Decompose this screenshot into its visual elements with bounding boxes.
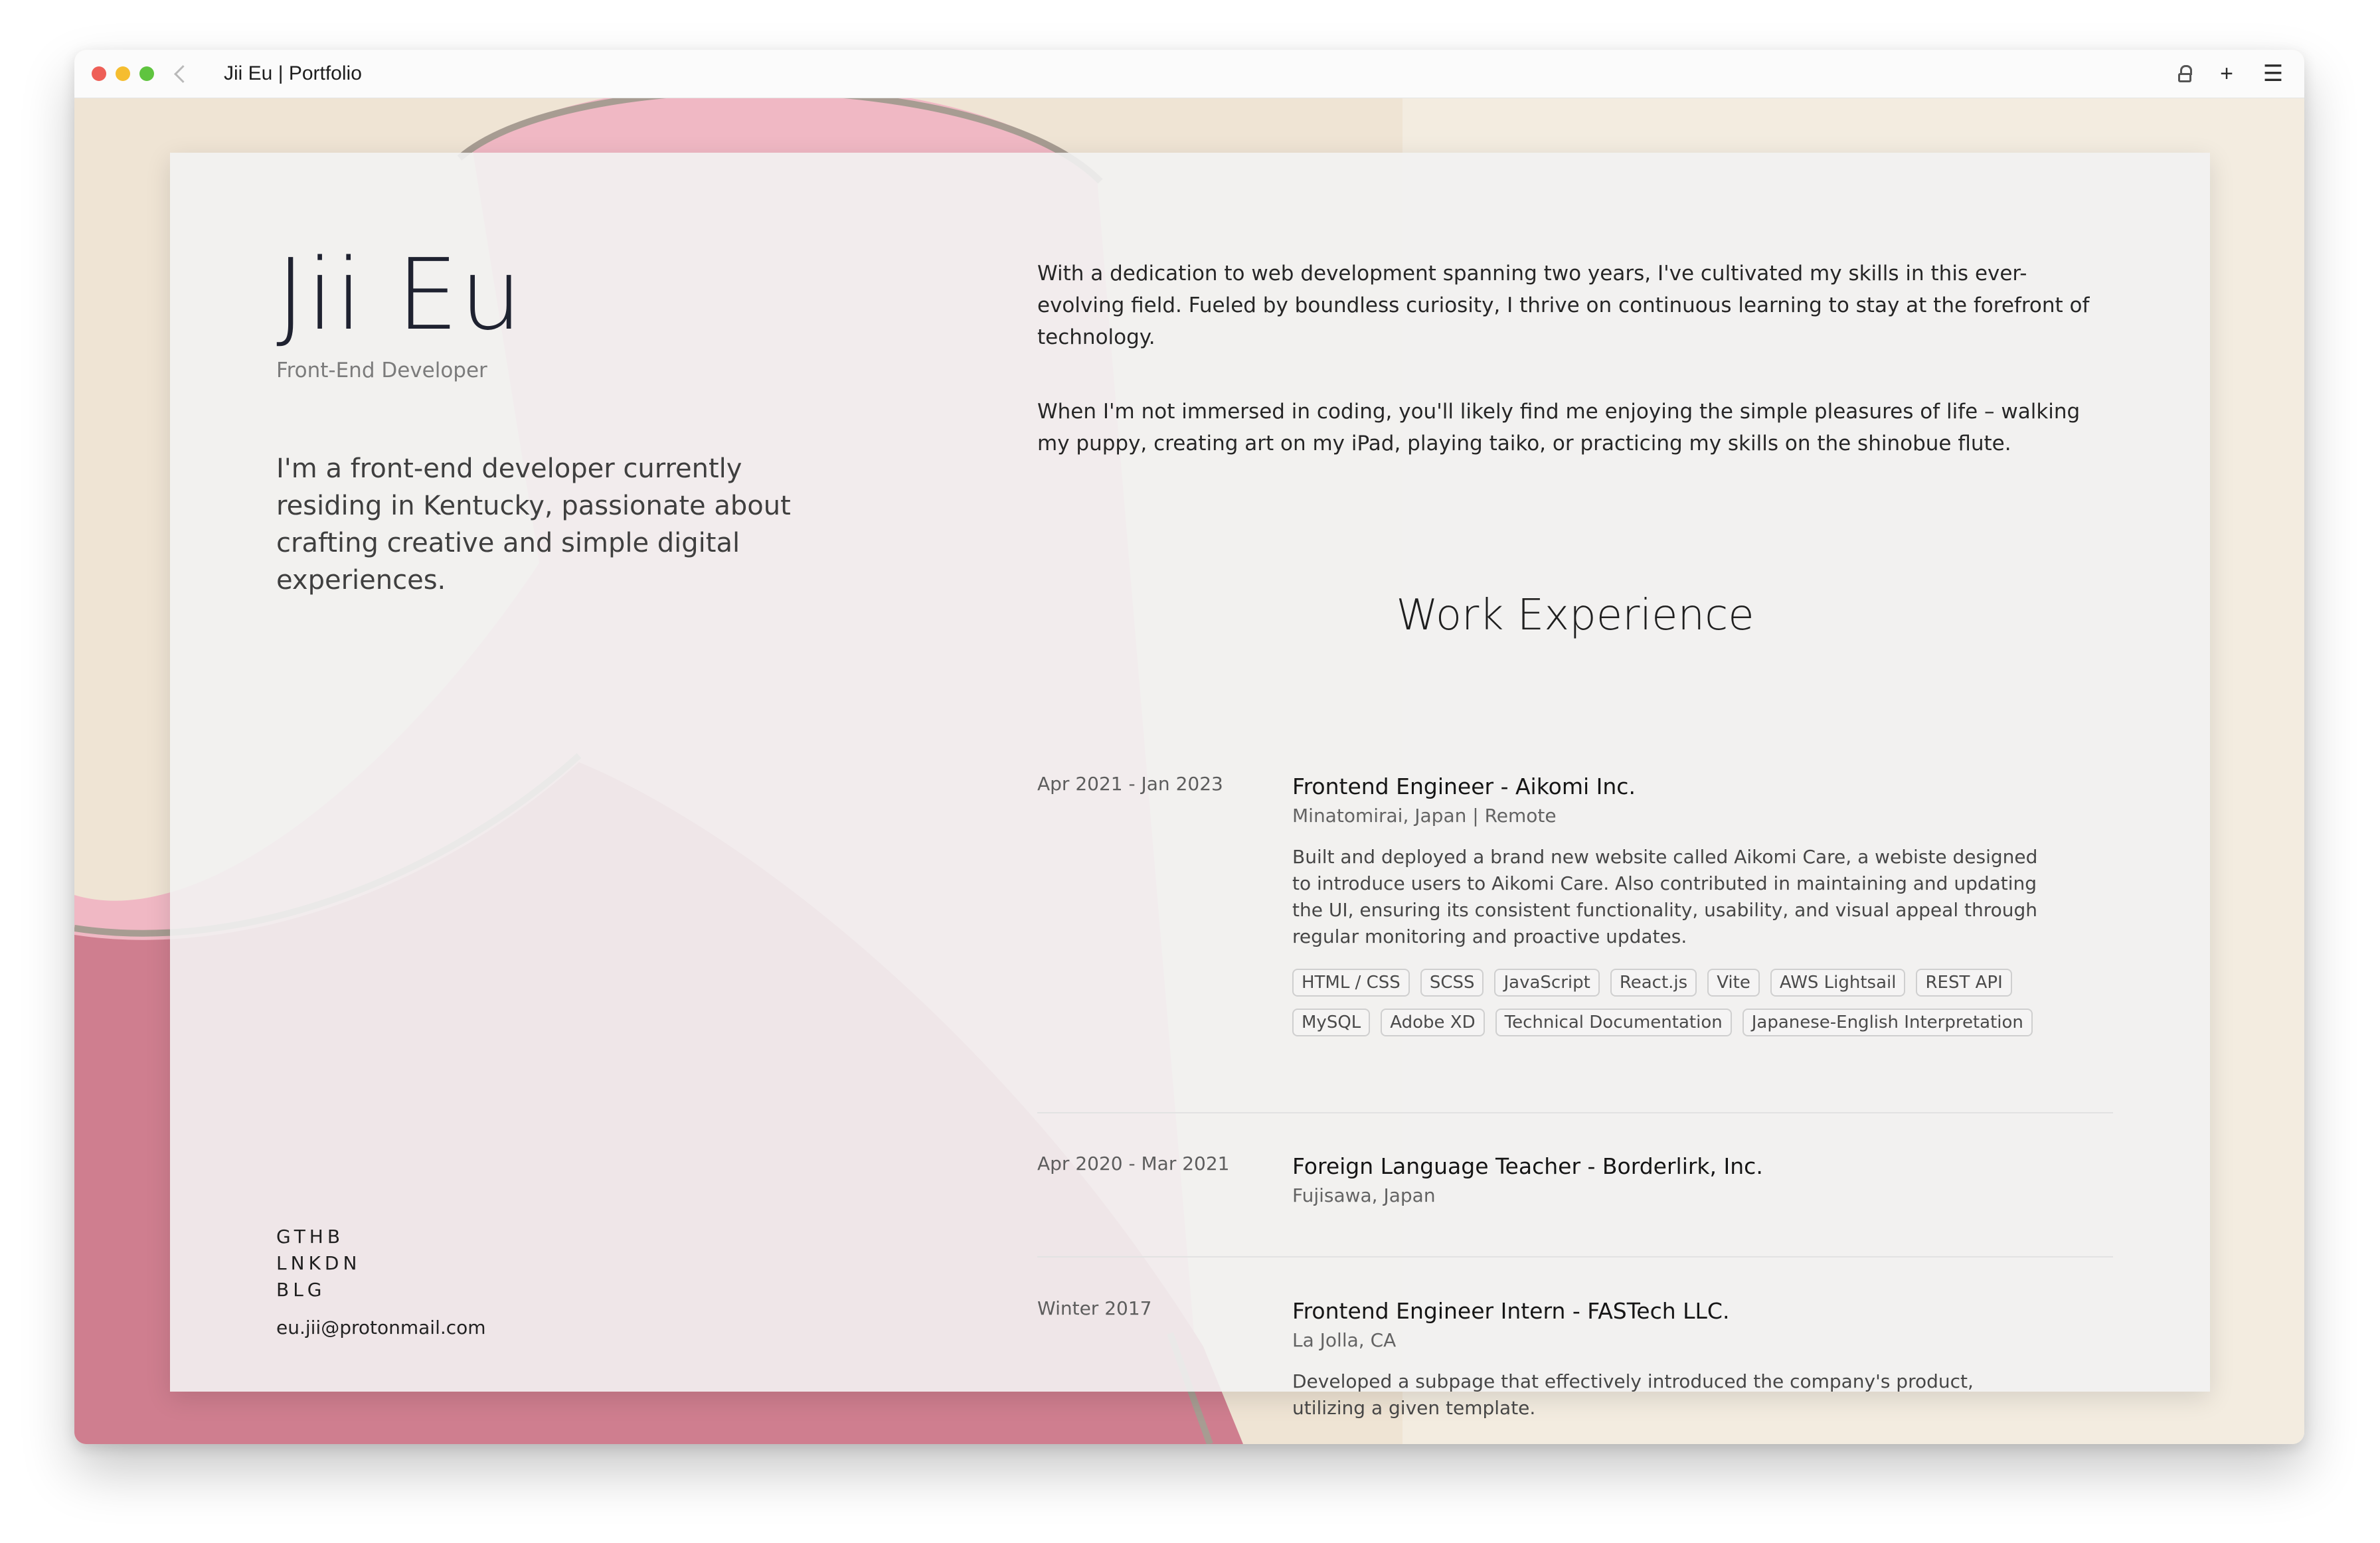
job-title[interactable]: Foreign Language Teacher - Borderlirk, I…	[1292, 1153, 2049, 1180]
title-bar: Jii Eu | Portfolio + ☰	[74, 50, 2304, 98]
github-link[interactable]: GTHB	[276, 1225, 361, 1249]
job-detail: Foreign Language Teacher - Borderlirk, I…	[1292, 1153, 2049, 1206]
email-link[interactable]: eu.jii@protonmail.com	[276, 1317, 486, 1339]
social-links: GTHB LNKDN BLG	[276, 1225, 361, 1302]
linkedin-link[interactable]: LNKDN	[276, 1252, 361, 1275]
job-detail: Frontend Engineer - Aikomi Inc. Minatomi…	[1292, 773, 2049, 1036]
page-viewport: Jii Eu Front-End Developer I'm a front-e…	[74, 98, 2304, 1444]
job-divider	[1037, 1256, 2113, 1258]
job-detail: Frontend Engineer Intern - FASTech LLC. …	[1292, 1297, 2049, 1421]
about-paragraph: When I'm not immersed in coding, you'll …	[1037, 400, 2081, 455]
skill-tags: HTML / CSS SCSS JavaScript React.js Vite…	[1292, 969, 2049, 1036]
profile-name: Jii Eu	[276, 238, 524, 352]
skill-tag: Technical Documentation	[1495, 1009, 1732, 1036]
menu-icon[interactable]: ☰	[2262, 62, 2284, 85]
portfolio-card: Jii Eu Front-End Developer I'm a front-e…	[170, 153, 2210, 1419]
job-date: Winter 2017	[1037, 1297, 1152, 1319]
skill-tag: REST API	[1916, 969, 2012, 997]
skill-tag: Japanese-English Interpretation	[1742, 1009, 2033, 1036]
close-window-button[interactable]	[92, 66, 106, 81]
skill-tag: React.js	[1610, 969, 1697, 997]
skill-tag: SCSS	[1420, 969, 1484, 997]
browser-window: Jii Eu | Portfolio + ☰ Jii Eu Front-End …	[74, 50, 2304, 1444]
job-location: Minatomirai, Japan | Remote	[1292, 805, 1557, 827]
lock-icon[interactable]	[2178, 65, 2192, 82]
job-location: La Jolla, CA	[1292, 1329, 1397, 1351]
skill-tag: MySQL	[1292, 1009, 1371, 1036]
toolbar-actions: + ☰	[2178, 62, 2284, 85]
job-title[interactable]: Frontend Engineer - Aikomi Inc.	[1292, 773, 2049, 801]
job-date: Apr 2021 - Jan 2023	[1037, 773, 1223, 795]
job-description: Developed a subpage that effectively int…	[1292, 1370, 1974, 1419]
about-section: With a dedication to web development spa…	[1037, 258, 2113, 502]
work-experience-heading: Work Experience	[1396, 591, 1754, 640]
skill-tag: HTML / CSS	[1292, 969, 1410, 997]
job-divider	[1037, 1112, 2113, 1113]
job-description: Built and deployed a brand new website c…	[1292, 846, 2038, 947]
skill-tag: Vite	[1707, 969, 1760, 997]
window-controls	[92, 66, 154, 81]
job-title[interactable]: Frontend Engineer Intern - FASTech LLC.	[1292, 1297, 2049, 1325]
profile-role: Front-End Developer	[276, 359, 487, 382]
page-title: Jii Eu | Portfolio	[224, 62, 362, 84]
skill-tag: JavaScript	[1494, 969, 1600, 997]
skill-tag: AWS Lightsail	[1770, 969, 1906, 997]
skill-tag: Adobe XD	[1381, 1009, 1485, 1036]
job-date: Apr 2020 - Mar 2021	[1037, 1153, 1230, 1175]
minimize-window-button[interactable]	[116, 66, 130, 81]
job-location: Fujisawa, Japan	[1292, 1184, 1436, 1206]
blog-link[interactable]: BLG	[276, 1278, 361, 1302]
zoom-window-button[interactable]	[139, 66, 154, 81]
about-paragraph: With a dedication to web development spa…	[1037, 262, 2090, 349]
profile-intro: I'm a front-end developer currently resi…	[276, 453, 791, 596]
plus-icon[interactable]: +	[2215, 62, 2238, 85]
back-icon[interactable]	[174, 64, 192, 83]
